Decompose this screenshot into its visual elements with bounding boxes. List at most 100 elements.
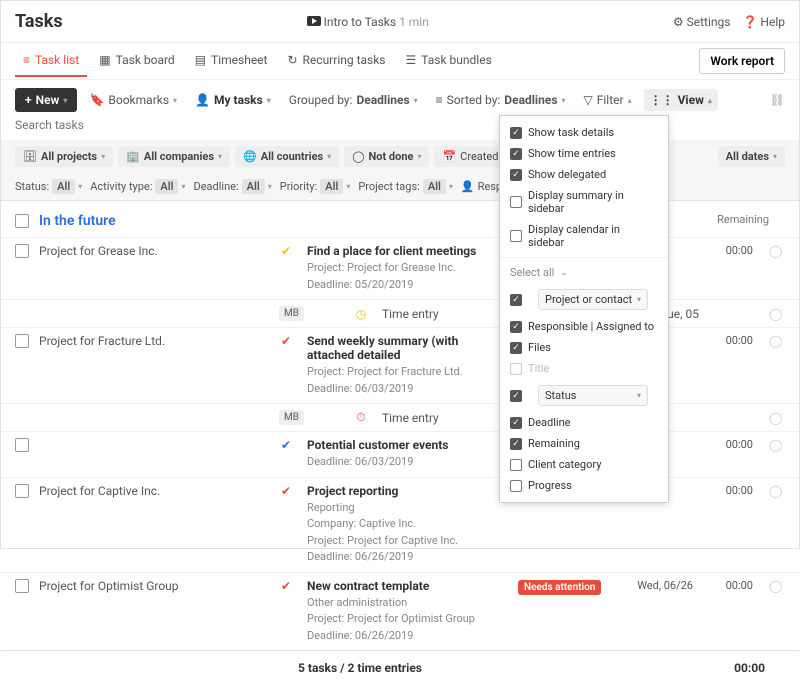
- bookmarks-menu[interactable]: 🔖Bookmarks▾: [83, 89, 183, 111]
- view-menu[interactable]: ⋮⋮View▴: [644, 89, 718, 111]
- board-icon: ▦: [99, 53, 110, 67]
- task-row[interactable]: Project for Grease Inc.✔Find a place for…: [1, 237, 799, 299]
- time-entry-row[interactable]: MB◷Time entryTue, 05◯: [1, 299, 799, 327]
- dd-progress[interactable]: Progress: [500, 475, 668, 496]
- complete-icon[interactable]: ◯: [769, 411, 785, 425]
- section-future[interactable]: In the future: [39, 213, 116, 229]
- checkbox-icon: [510, 230, 522, 242]
- video-icon[interactable]: [307, 16, 321, 26]
- gear-icon: ⚙: [673, 15, 684, 29]
- timesheet-icon: ▤: [195, 53, 206, 67]
- checkbox-icon: ✓: [510, 321, 522, 333]
- time-entry-label: Time entry: [382, 307, 439, 321]
- row-checkbox[interactable]: [15, 438, 29, 452]
- task-title: New contract template: [307, 579, 508, 593]
- complete-icon[interactable]: ◯: [769, 334, 785, 348]
- help-link[interactable]: ❓ Help: [742, 15, 785, 29]
- priority-marker-icon: ✔: [279, 579, 293, 593]
- tab-timesheet[interactable]: ▤Timesheet: [187, 45, 276, 77]
- tab-recurring[interactable]: ↻Recurring tasks: [279, 45, 393, 77]
- dd-deadline[interactable]: ✓Deadline: [500, 412, 668, 433]
- bundles-icon: ☰: [406, 53, 417, 67]
- row-checkbox[interactable]: [15, 579, 29, 593]
- time-entry-row[interactable]: MB⏱Time entry◯: [1, 403, 799, 431]
- tab-task-board[interactable]: ▦Task board: [91, 45, 182, 77]
- dd-display-summary[interactable]: Display summary in sidebar: [500, 185, 668, 219]
- select-all-checkbox[interactable]: [15, 214, 29, 228]
- tab-task-list[interactable]: ≡Task list: [15, 45, 87, 77]
- dd-show-delegated[interactable]: ✓Show delegated: [500, 164, 668, 185]
- task-details: ReportingCompany: Captive Inc.Project: P…: [307, 500, 508, 566]
- checkbox-icon: ✓: [510, 169, 522, 181]
- user-initials: MB: [279, 410, 304, 425]
- filter-status[interactable]: Status:All▾: [15, 179, 82, 194]
- task-row[interactable]: Project for Captive Inc.✔Project reporti…: [1, 477, 799, 572]
- work-report-button[interactable]: Work report: [699, 48, 785, 74]
- link-icon[interactable]: ⛓: [770, 93, 785, 107]
- dd-select-all[interactable]: Select all ⌄: [500, 262, 668, 283]
- footer-summary: 5 tasks / 2 time entries: [15, 661, 705, 675]
- row-checkbox[interactable]: [15, 484, 29, 498]
- dd-status[interactable]: ✓Status▾: [500, 379, 668, 412]
- dd-client-category[interactable]: Client category: [500, 454, 668, 475]
- checkbox-icon: ✓: [510, 294, 522, 306]
- search-input[interactable]: [15, 118, 115, 132]
- priority-marker-icon: ✔: [279, 334, 293, 348]
- task-title: Send weekly summary (with attached detai…: [307, 334, 508, 362]
- dd-show-task-details[interactable]: ✓Show task details: [500, 122, 668, 143]
- checkbox-icon: ✓: [510, 342, 522, 354]
- dd-remaining[interactable]: ✓Remaining: [500, 433, 668, 454]
- dd-show-time-entries[interactable]: ✓Show time entries: [500, 143, 668, 164]
- calendar-icon: 📅: [442, 150, 456, 163]
- dd-responsible[interactable]: ✓Responsible | Assigned to: [500, 316, 668, 337]
- filter-activity-type[interactable]: Activity type:All▾: [90, 179, 185, 194]
- task-details: Other administrationProject: Project for…: [307, 595, 508, 645]
- complete-icon[interactable]: ◯: [769, 244, 785, 258]
- task-row[interactable]: Project for Optimist Group✔New contract …: [1, 572, 799, 651]
- plus-icon: +: [25, 93, 32, 107]
- bookmark-icon: 🔖: [89, 93, 104, 107]
- row-checkbox[interactable]: [15, 244, 29, 258]
- task-remaining: 00:00: [703, 579, 753, 592]
- task-details: Project: Project for Fracture Ltd.Deadli…: [307, 364, 508, 397]
- sorted-by-menu[interactable]: ≡Sorted by: Deadlines▾: [430, 89, 572, 111]
- task-title: Project reporting: [307, 484, 508, 498]
- filter-not-done[interactable]: ◯Not done▾: [344, 146, 429, 167]
- row-checkbox[interactable]: [15, 334, 29, 348]
- task-row[interactable]: ✔Potential customer eventsDeadline: 06/0…: [1, 431, 799, 477]
- dd-display-calendar[interactable]: Display calendar in sidebar: [500, 219, 668, 253]
- filter-all-companies[interactable]: 🏢All companies▾: [118, 146, 230, 167]
- filter-icon: ▽: [584, 93, 593, 107]
- page-title: Tasks: [15, 11, 63, 32]
- complete-icon[interactable]: ◯: [769, 438, 785, 452]
- settings-link[interactable]: ⚙ Settings: [673, 15, 731, 29]
- person-icon: 👤: [461, 180, 475, 193]
- filter-all-dates[interactable]: All dates▾: [718, 146, 785, 167]
- briefcase-icon: 🗄: [23, 150, 37, 163]
- filter-menu[interactable]: ▽Filter▴: [578, 89, 638, 111]
- filter-all-countries[interactable]: 🌐All countries▾: [235, 146, 339, 167]
- new-button[interactable]: +New▾: [15, 88, 77, 112]
- task-remaining: 00:00: [703, 438, 753, 451]
- priority-marker-icon: ✔: [279, 484, 293, 498]
- filter-priority[interactable]: Priority:All▾: [280, 179, 351, 194]
- filter-project-tags[interactable]: Project tags:All▾: [358, 179, 453, 194]
- complete-icon[interactable]: ◯: [769, 484, 785, 498]
- dd-project-contact[interactable]: ✓Project or contact▾: [500, 283, 668, 316]
- project-name: Project for Grease Inc.: [39, 244, 269, 258]
- filter-deadline2[interactable]: Deadline:All▾: [194, 179, 272, 194]
- complete-icon[interactable]: ◯: [769, 307, 785, 321]
- task-row[interactable]: Project for Fracture Ltd.✔Send weekly su…: [1, 327, 799, 403]
- task-remaining: 00:00: [703, 484, 753, 497]
- grouped-by-menu[interactable]: Grouped by: Deadlines▾: [283, 89, 424, 111]
- dd-files[interactable]: ✓Files: [500, 337, 668, 358]
- my-tasks-menu[interactable]: 👤My tasks▾: [189, 89, 277, 111]
- dd-title[interactable]: Title: [500, 358, 668, 379]
- intro-time: 1 min: [399, 15, 429, 29]
- filter-all-projects[interactable]: 🗄All projects▾: [15, 146, 113, 167]
- complete-icon[interactable]: ◯: [769, 579, 785, 593]
- list-icon: ≡: [23, 53, 30, 67]
- tab-bundles[interactable]: ☰Task bundles: [398, 45, 500, 77]
- status-badge: Needs attention: [518, 580, 601, 595]
- intro-link[interactable]: Intro to Tasks: [324, 15, 396, 29]
